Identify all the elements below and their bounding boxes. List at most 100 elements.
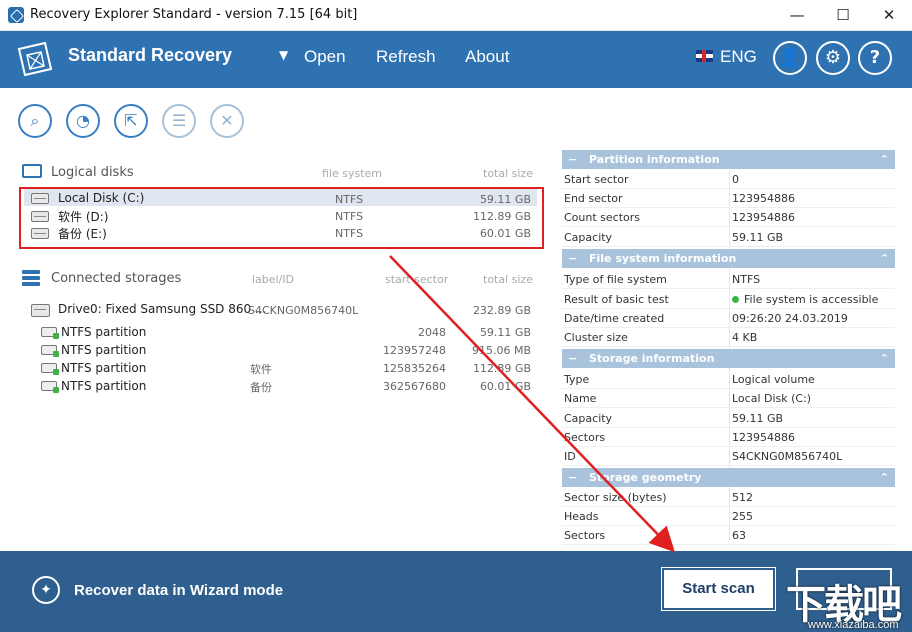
chevron-up-icon[interactable]: ⌃ — [880, 249, 889, 268]
partition-icon — [41, 381, 59, 393]
window-title: Recovery Explorer Standard - version 7.1… — [30, 7, 358, 22]
about-menu[interactable]: About — [465, 47, 509, 67]
search-icon[interactable]: ⌕ — [18, 104, 52, 138]
property-value: 123954886 — [732, 192, 795, 205]
chevron-up-icon[interactable]: ⌃ — [880, 349, 889, 368]
status-text: File system is accessible — [744, 293, 879, 306]
wand-icon[interactable]: ✦ — [32, 576, 60, 604]
chart-icon[interactable]: ◔ — [66, 104, 100, 138]
property-value: NTFS — [732, 273, 761, 286]
property-row: Cluster size 4 KB — [562, 328, 895, 347]
col-label-id: label/ID — [252, 273, 295, 286]
watermark-url: www.xiazaiba.com — [808, 619, 899, 631]
chevron-up-icon[interactable]: ⌃ — [880, 150, 889, 169]
language-selector[interactable]: ENG — [720, 47, 757, 67]
property-value: 512 — [732, 491, 753, 504]
partition-icon — [41, 327, 59, 339]
partition-label: 软件 — [250, 363, 272, 376]
property-value: S4CKNG0M856740L — [732, 450, 843, 463]
minimize-button[interactable]: — — [774, 0, 820, 31]
user-icon[interactable]: 👤 — [773, 41, 807, 75]
partition-sector: 2048 — [418, 326, 446, 339]
connected-storages-title: Connected storages — [51, 271, 182, 286]
property-value: 123954886 — [732, 211, 795, 224]
export-icon[interactable]: ⇱ — [114, 104, 148, 138]
partition-name: NTFS partition — [61, 325, 147, 339]
property-value: 0 — [732, 173, 739, 186]
monitor-icon — [22, 164, 42, 178]
property-value: Logical volume — [732, 373, 815, 386]
partition-info-header[interactable]: Partition information ⌃ — [562, 150, 895, 169]
start-scan-button[interactable]: Start scan — [661, 567, 776, 611]
refresh-menu[interactable]: Refresh — [376, 47, 436, 67]
drive-id: S4CKNG0M856740L — [248, 304, 359, 317]
property-key: Date/time created — [564, 312, 665, 325]
property-value: 59.11 GB — [732, 412, 784, 425]
drive-name: Drive0: Fixed Samsung SSD 860 ... — [58, 302, 267, 316]
maximize-button[interactable]: ☐ — [820, 0, 866, 31]
fs-info-header[interactable]: File system information ⌃ — [562, 249, 895, 268]
property-row: End sector 123954886 — [562, 189, 895, 208]
property-row: Start sector 0 — [562, 170, 895, 189]
brand-dropdown-icon[interactable]: ▼ — [279, 48, 288, 62]
property-key: Capacity — [564, 231, 613, 244]
partition-icon — [41, 363, 59, 375]
property-value: 09:26:20 24.03.2019 — [732, 312, 848, 325]
partition-size: 112.89 GB — [472, 362, 531, 375]
partition-size: 59.11 GB — [479, 326, 531, 339]
storage-geometry-header[interactable]: Storage geometry ⌃ — [562, 468, 895, 487]
col-file-system: file system — [322, 167, 383, 180]
property-key: Start sector — [564, 173, 629, 186]
property-row: Count sectors 123954886 — [562, 208, 895, 227]
section-title: File system information — [589, 252, 737, 265]
property-value: 4 KB — [732, 331, 758, 344]
property-key: Type — [564, 373, 590, 386]
property-key: Name — [564, 392, 597, 405]
property-value: 255 — [732, 510, 753, 523]
footer-bar: ✦ Recover data in Wizard mode Start scan — [0, 551, 912, 632]
gear-icon[interactable]: ⚙ — [816, 41, 850, 75]
partition-name: NTFS partition — [61, 379, 147, 393]
wizard-mode-link[interactable]: Recover data in Wizard mode — [74, 582, 283, 599]
property-value-status: File system is accessible — [732, 293, 878, 306]
property-key: ID — [564, 450, 576, 463]
property-key: Capacity — [564, 412, 613, 425]
col-total-size: total size — [483, 167, 533, 180]
partition-name: NTFS partition — [61, 343, 147, 357]
property-row: Type Logical volume — [562, 370, 895, 389]
close-window-button[interactable]: ✕ — [866, 0, 912, 31]
property-key: Heads — [564, 510, 599, 523]
property-row: Type of file system NTFS — [562, 270, 895, 289]
property-row: Sector size (bytes) 512 — [562, 488, 895, 507]
property-key: Sector size (bytes) — [564, 491, 667, 504]
property-key: Sectors — [564, 431, 606, 444]
drive-icon — [31, 304, 50, 317]
list-icon[interactable]: ☰ — [162, 104, 196, 138]
app-header: Standard Recovery ▼ Open Refresh About E… — [0, 31, 912, 88]
col-start-sector: start sector — [385, 273, 449, 286]
property-value: 123954886 — [732, 431, 795, 444]
partition-icon — [41, 345, 59, 357]
open-menu[interactable]: Open — [304, 47, 346, 67]
property-row: Result of basic test File system is acces… — [562, 290, 895, 309]
property-row: Capacity 59.11 GB — [562, 409, 895, 428]
annotation-highlight-box — [19, 187, 544, 249]
property-row: Date/time created 09:26:20 24.03.2019 — [562, 309, 895, 328]
help-icon[interactable]: ? — [858, 41, 892, 75]
property-row: ID S4CKNG0M856740L — [562, 447, 895, 466]
property-key: End sector — [564, 192, 623, 205]
partition-sector: 125835264 — [383, 362, 446, 375]
app-icon — [8, 7, 24, 23]
close-icon[interactable]: ✕ — [210, 104, 244, 138]
logo-icon — [17, 41, 53, 77]
section-title: Storage geometry — [589, 471, 702, 484]
col-total-size: total size — [483, 273, 533, 286]
partition-size: 60.01 GB — [479, 380, 531, 393]
section-title: Storage information — [589, 352, 715, 365]
chevron-up-icon[interactable]: ⌃ — [880, 468, 889, 487]
section-title: Partition information — [589, 153, 720, 166]
uk-flag-icon[interactable] — [696, 50, 713, 62]
property-row: Sectors 63 — [562, 526, 895, 545]
storage-info-header[interactable]: Storage information ⌃ — [562, 349, 895, 368]
status-ok-icon — [732, 296, 739, 303]
